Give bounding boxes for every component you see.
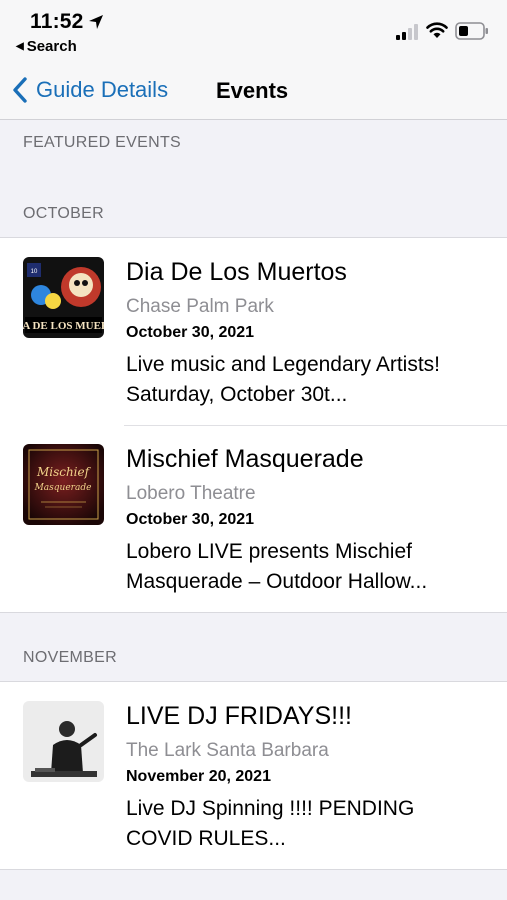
- event-title: Dia De Los Muertos: [126, 258, 347, 286]
- event-description: Live DJ Spinning !!!! PENDING COVID RULE…: [126, 797, 415, 850]
- back-to-app-label: Search: [26, 38, 77, 55]
- event-venue: Chase Palm Park: [126, 296, 274, 317]
- back-button[interactable]: Guide Details: [12, 74, 168, 106]
- event-venue: Lobero Theatre: [126, 483, 256, 504]
- chevron-left-icon: [13, 77, 27, 103]
- event-row-mischief-masquerade[interactable]: Mischief Masquerade Mischief Masquerade …: [0, 425, 507, 612]
- event-date: November 20, 2021: [126, 768, 271, 785]
- event-title: Mischief Masquerade: [126, 445, 364, 473]
- svg-text:10: 10: [31, 269, 38, 275]
- section-header-october: OCTOBER: [23, 205, 104, 222]
- section-header-featured: FEATURED EVENTS: [23, 134, 181, 151]
- event-title: LIVE DJ FRIDAYS!!!: [126, 702, 352, 730]
- november-events-list: LIVE DJ FRIDAYS!!! The Lark Santa Barbar…: [0, 681, 507, 870]
- back-to-app-link[interactable]: ◀ Search: [16, 38, 77, 55]
- event-thumbnail: 10 DIA DE LOS MUERT: [23, 257, 104, 338]
- event-description: Lobero LIVE presents Mischief Masquerade…: [126, 540, 428, 593]
- event-date: October 30, 2021: [126, 511, 255, 528]
- status-time: 11:52: [30, 10, 84, 33]
- svg-text:Mischief: Mischief: [36, 465, 92, 479]
- october-events-list: 10 DIA DE LOS MUERT Dia De Los Muertos C…: [0, 237, 507, 613]
- wifi-icon: [426, 22, 448, 38]
- page-title: Events: [216, 78, 289, 103]
- signal-icon: [396, 24, 418, 40]
- event-row-dia-de-los-muertos[interactable]: 10 DIA DE LOS MUERT Dia De Los Muertos C…: [0, 238, 507, 425]
- event-thumbnail: Mischief Masquerade: [23, 444, 104, 525]
- event-row-live-dj-fridays[interactable]: LIVE DJ FRIDAYS!!! The Lark Santa Barbar…: [0, 682, 507, 869]
- event-description: Live music and Legendary Artists! Saturd…: [126, 353, 440, 406]
- event-thumbnail: [23, 701, 104, 782]
- back-triangle-icon: ◀: [16, 41, 24, 52]
- battery-icon: [455, 22, 488, 40]
- navigation-bar: Guide Details Events: [0, 62, 507, 120]
- back-button-label: Guide Details: [36, 77, 169, 102]
- section-header-november: NOVEMBER: [23, 649, 117, 666]
- location-arrow-icon: [89, 15, 103, 29]
- event-date: October 30, 2021: [126, 324, 255, 341]
- svg-text:Masquerade: Masquerade: [34, 483, 92, 493]
- status-bar: 11:52 ◀ Search: [0, 0, 507, 62]
- event-venue: The Lark Santa Barbara: [126, 740, 329, 761]
- svg-text:DIA DE LOS MUERT: DIA DE LOS MUERT: [23, 320, 104, 332]
